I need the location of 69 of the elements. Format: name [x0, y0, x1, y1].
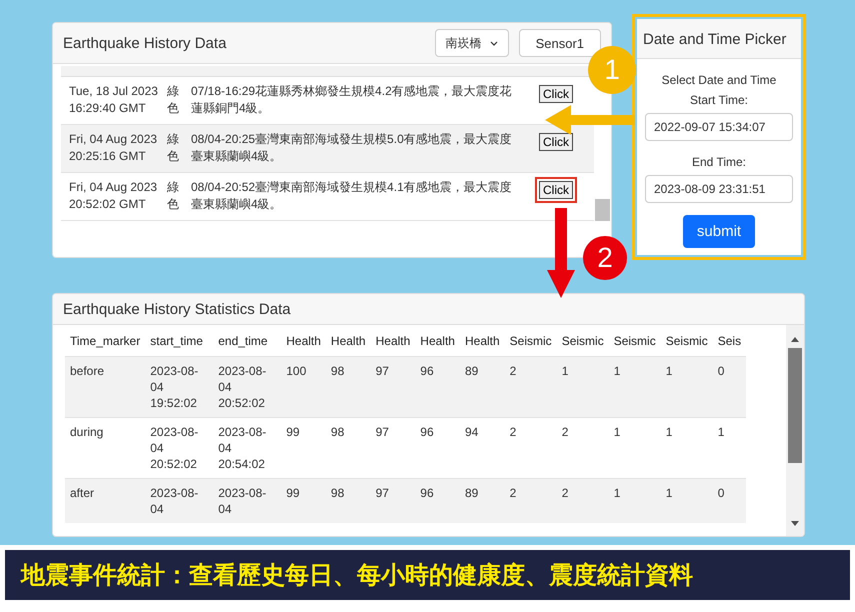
scroll-up-icon[interactable]	[791, 337, 799, 342]
table-cell: 2	[504, 356, 557, 418]
table-cell: 1	[660, 478, 713, 523]
caption-banner: 地震事件統計：查看歷史每日、每小時的健康度、震度統計資料	[5, 550, 850, 600]
table-cell: 89	[460, 356, 505, 418]
sensor-button[interactable]: Sensor1	[518, 29, 601, 57]
table-cell: 96	[415, 478, 460, 523]
table-cell: 98	[326, 478, 371, 523]
table-cell: 96	[415, 356, 460, 418]
column-header: Health	[326, 325, 371, 356]
column-header: start_time	[145, 325, 214, 356]
table-cell: 97	[370, 356, 416, 418]
table-cell: 2023-08-04 19:52:02	[145, 356, 214, 418]
station-dropdown[interactable]: 南崁橋	[434, 29, 509, 57]
scrollbar[interactable]	[786, 325, 804, 536]
column-header: Health	[281, 325, 326, 356]
event-message: 08/04-20:52臺灣東南部海域發生規模4.1有感地震，最大震度臺東縣蘭嶼4級。	[191, 179, 513, 213]
event-message: 08/04-20:25臺灣東南部海域發生規模5.0有感地震，最大震度臺東縣蘭嶼4級。	[191, 131, 513, 165]
table-cell: 0	[712, 478, 746, 523]
table-cell: 99	[281, 478, 326, 523]
event-time: Tue, 18 Jul 2023 16:29:40 GMT	[69, 83, 159, 117]
submit-button[interactable]: submit	[682, 215, 756, 248]
scrollbar-thumb[interactable]	[595, 199, 610, 221]
table-cell: 97	[370, 478, 416, 523]
click-button[interactable]: Click	[539, 133, 573, 151]
alert-level: 綠色	[167, 179, 179, 213]
event-message: 07/18-16:29花蓮縣秀林鄉發生規模4.2有感地震，最大震度花蓮縣銅門4級。	[191, 83, 513, 117]
table-cell: 1	[556, 356, 609, 418]
alert-level: 綠色	[167, 83, 179, 117]
picker-subtitle: Select Date and Time	[662, 73, 776, 87]
table-cell: 2	[504, 478, 557, 523]
table-cell: 2023-08-04	[213, 478, 282, 523]
column-header: Health	[415, 325, 460, 356]
table-cell: 100	[281, 356, 326, 418]
table-cell: 89	[460, 478, 505, 523]
field-label: Start Time:	[690, 93, 748, 107]
table-cell: 1	[608, 478, 661, 523]
table-cell: 1	[660, 356, 713, 418]
table-cell: before	[65, 356, 146, 418]
column-header: Seismic	[660, 325, 713, 356]
end-time-field[interactable]: 2023-08-09 23:31:51	[645, 175, 793, 203]
table-cell: 2023-08-04 20:52:02	[213, 356, 282, 418]
table-cell: after	[65, 478, 146, 523]
table-cell: 0	[712, 356, 746, 418]
event-time: Fri, 04 Aug 2023 20:52:02 GMT	[69, 179, 158, 213]
start-time-field[interactable]: 2022-09-07 15:34:07	[645, 113, 793, 141]
down-arrow-icon	[547, 208, 575, 298]
column-header: Seismic	[608, 325, 661, 356]
click-button[interactable]: Click	[539, 181, 573, 199]
click-button[interactable]: Click	[539, 85, 573, 103]
column-header: Seis	[712, 325, 746, 356]
column-header: Seismic	[504, 325, 557, 356]
table-cell: 98	[326, 356, 371, 418]
column-header: Health	[370, 325, 416, 356]
table-cell: 2023-08-04	[145, 478, 214, 523]
table-cell: 1	[608, 356, 661, 418]
card-title: Date and Time Picker	[637, 19, 801, 59]
card-title: Earthquake History Statistics Data	[63, 300, 292, 318]
column-header: Seismic	[556, 325, 609, 356]
table-cell: 2	[556, 478, 609, 523]
scroll-down-icon[interactable]	[791, 521, 799, 526]
chevron-down-icon	[490, 40, 498, 46]
card-title: Earthquake History Data	[63, 34, 228, 52]
column-header: end_time	[213, 325, 282, 356]
column-header: Time_marker	[65, 325, 146, 356]
alert-level: 綠色	[167, 131, 179, 165]
event-time: Fri, 04 Aug 2023 20:25:16 GMT	[69, 131, 158, 165]
column-header: Health	[460, 325, 505, 356]
field-label: End Time:	[692, 155, 746, 169]
